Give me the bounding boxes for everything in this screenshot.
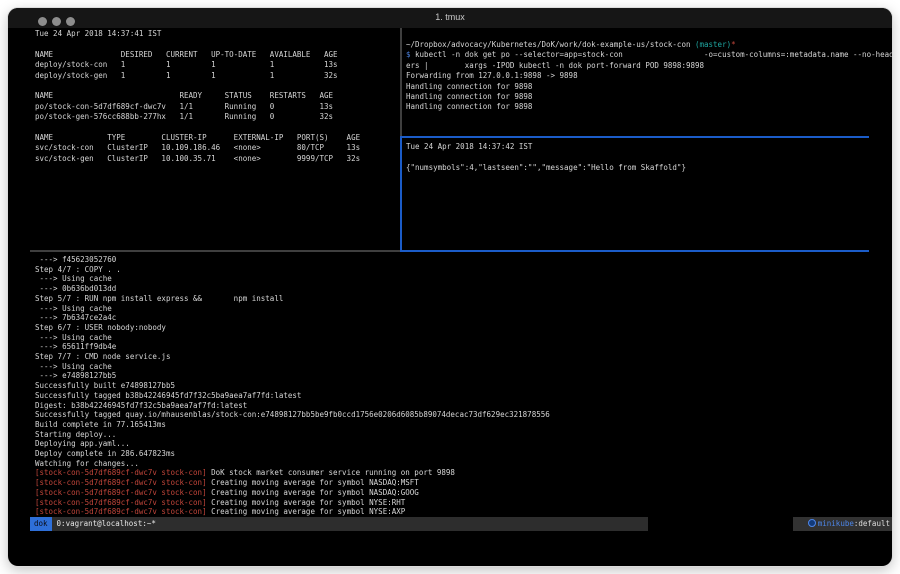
shell-command-line: $ kubectl -n dok get po --selector=app=s… — [406, 50, 892, 60]
kube-context-label: minikube — [818, 519, 854, 528]
pod-log-line: [stock-con-5d7df689cf-dwc7v stock-con] C… — [35, 488, 869, 498]
port-forward-output: ers | xargs -IPOD kubectl -n dok port-fo… — [406, 61, 892, 113]
pod-log-line: [stock-con-5d7df689cf-dwc7v stock-con] C… — [35, 478, 869, 488]
window-titlebar[interactable]: 1. tmux — [8, 8, 892, 29]
pod-log-line: [stock-con-5d7df689cf-dwc7v stock-con] C… — [35, 498, 869, 508]
kubernetes-context-icon — [808, 519, 816, 527]
shell-prompt-line: ~/Dropbox/advocacy/Kubernetes/DoK/work/d… — [406, 40, 892, 50]
pod-log-message: Creating moving average for symbol NASDA… — [207, 488, 419, 497]
git-dirty-flag: * — [731, 40, 736, 49]
kube-namespace-label: :default — [854, 519, 890, 528]
tmux-status-left: dok 0:vagrant@localhost:~* — [30, 517, 648, 531]
pod-log-message: Creating moving average for symbol NASDA… — [207, 478, 419, 487]
pane-divider-horizontal-active-bottom — [400, 250, 869, 252]
window-list-item[interactable]: 0:vagrant@localhost:~* — [57, 519, 156, 528]
tmux-status-right: minikube:default — [793, 517, 892, 531]
session-name-chip[interactable]: dok — [30, 517, 52, 531]
pane-divider-horizontal-active-top — [400, 136, 869, 138]
pane-divider-horizontal-inactive — [30, 250, 400, 252]
desktop-background: 1. tmux Tue 24 Apr 2018 14:37:41 IST NAM… — [0, 0, 900, 574]
pod-log-prefix: [stock-con-5d7df689cf-dwc7v stock-con] — [35, 478, 207, 487]
pod-log-message: DoK stock market consumer service runnin… — [207, 468, 455, 477]
pod-log-prefix: [stock-con-5d7df689cf-dwc7v stock-con] — [35, 498, 207, 507]
pane-kubectl-watch[interactable]: Tue 24 Apr 2018 14:37:41 IST NAME DESIRE… — [35, 29, 399, 249]
pane-skaffold-build[interactable]: ---> f45623052760 Step 4/7 : COPY . . --… — [35, 255, 869, 517]
prompt-path: ~/Dropbox/advocacy/Kubernetes/DoK/work/d… — [406, 40, 695, 49]
pane-port-forward[interactable]: ~/Dropbox/advocacy/Kubernetes/DoK/work/d… — [406, 40, 892, 135]
git-branch-label: (master) — [695, 40, 731, 49]
skaffold-build-output: ---> f45623052760 Step 4/7 : COPY . . --… — [35, 255, 869, 468]
pod-log-message: Creating moving average for symbol NYSE:… — [207, 498, 406, 507]
pod-log-prefix: [stock-con-5d7df689cf-dwc7v stock-con] — [35, 468, 207, 477]
pane-divider-vertical-active — [400, 136, 402, 252]
terminal-window: 1. tmux Tue 24 Apr 2018 14:37:41 IST NAM… — [8, 8, 892, 566]
pod-log-prefix: [stock-con-5d7df689cf-dwc7v stock-con] — [35, 488, 207, 497]
pane-curl-output[interactable]: Tue 24 Apr 2018 14:37:42 IST {"numsymbol… — [406, 142, 876, 242]
window-title: 1. tmux — [8, 12, 892, 22]
pod-log-line: [stock-con-5d7df689cf-dwc7v stock-con] C… — [35, 507, 869, 517]
pod-log-message: Creating moving average for symbol NYSE:… — [207, 507, 406, 516]
pod-log-line: [stock-con-5d7df689cf-dwc7v stock-con] D… — [35, 468, 869, 478]
pod-log-prefix: [stock-con-5d7df689cf-dwc7v stock-con] — [35, 507, 207, 516]
pane-divider-vertical-inactive — [400, 28, 402, 136]
command-text: kubectl -n dok get po --selector=app=sto… — [411, 50, 892, 59]
